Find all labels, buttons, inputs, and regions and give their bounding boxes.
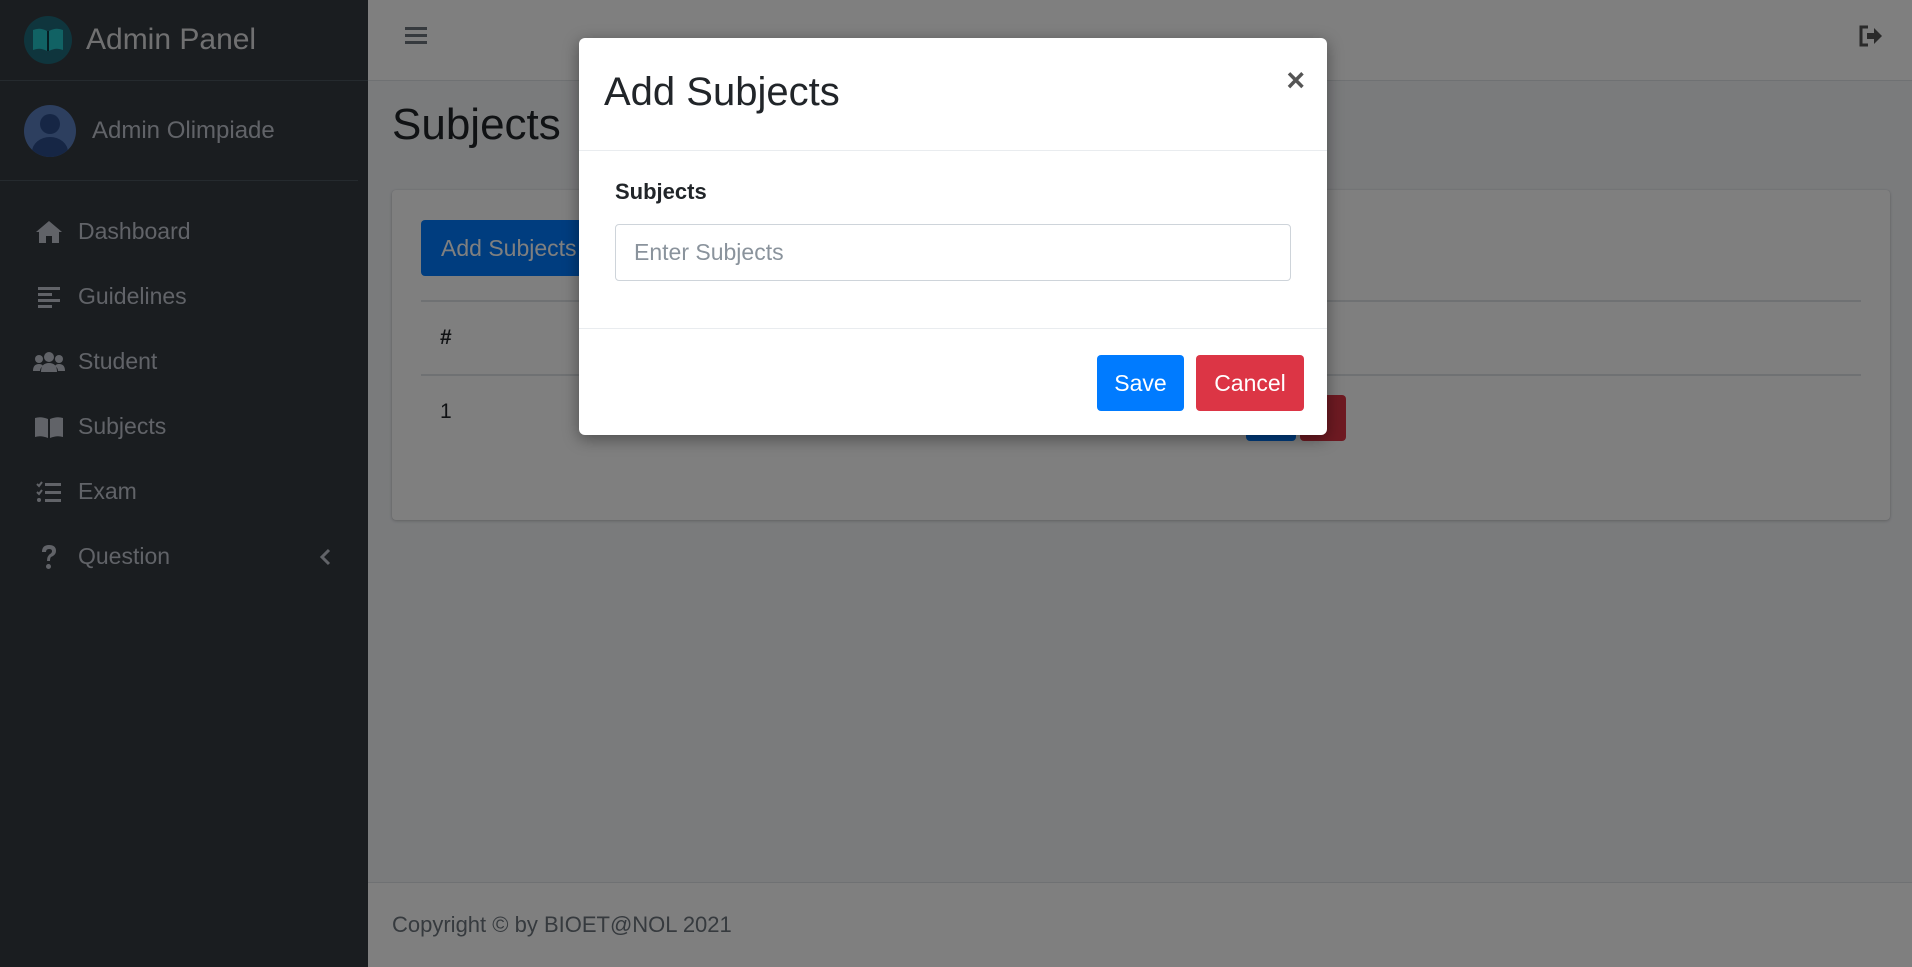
close-icon[interactable]: × [1286, 64, 1305, 96]
subjects-field-label: Subjects [615, 179, 707, 204]
modal-footer: Save Cancel [579, 329, 1327, 434]
add-subjects-modal: Add Subjects × Subjects Save Cancel [579, 38, 1327, 435]
subjects-input[interactable] [615, 224, 1291, 281]
modal-body: Subjects [579, 151, 1327, 329]
save-button[interactable]: Save [1097, 355, 1184, 411]
modal-title: Add Subjects [604, 70, 840, 114]
cancel-button[interactable]: Cancel [1196, 355, 1304, 411]
modal-header: Add Subjects × [579, 38, 1327, 151]
